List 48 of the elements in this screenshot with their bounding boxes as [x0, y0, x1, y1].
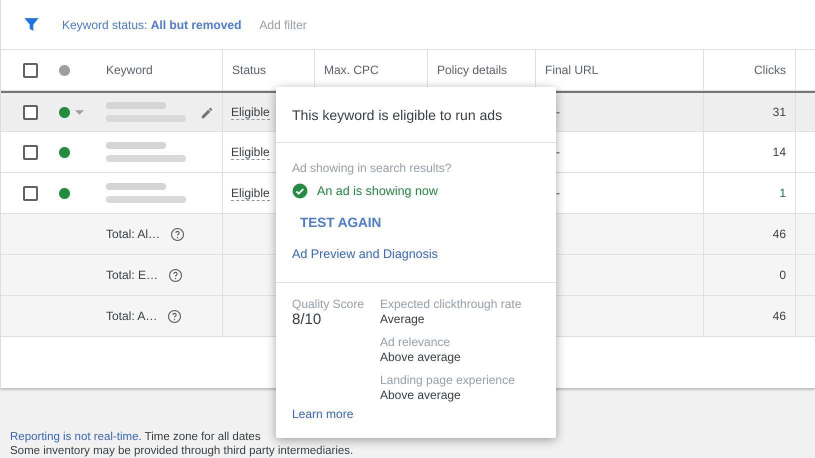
url-text: -	[556, 104, 560, 121]
factor-value: Average	[380, 312, 426, 327]
column-header[interactable]: Keyword	[106, 61, 153, 79]
factor-value: Above average	[380, 350, 462, 365]
clicks-value: 31	[772, 104, 786, 121]
check-circle-icon	[292, 183, 308, 200]
status-text[interactable]: Eligible	[231, 186, 270, 200]
status-text[interactable]: Eligible	[231, 104, 270, 120]
row-checkbox[interactable]	[23, 144, 38, 160]
select-all-checkbox[interactable]	[23, 62, 38, 78]
clicks-value: 14	[772, 144, 786, 161]
clicks-value: 46	[772, 226, 786, 243]
total-label: Total: E…	[106, 267, 158, 284]
factor-label: Ad relevance	[380, 334, 452, 350]
url-text: -	[556, 185, 560, 202]
url-text: -	[556, 144, 560, 161]
row-checkbox[interactable]	[23, 104, 38, 120]
factor-label: Expected clickthrough rate	[380, 296, 522, 312]
column-header[interactable]: Policy details	[437, 61, 508, 79]
column-header[interactable]: Max. CPC	[324, 61, 379, 79]
column-header[interactable]: Status	[232, 61, 266, 79]
factor-label: Landing page experience	[380, 372, 516, 388]
row-checkbox[interactable]	[23, 186, 38, 200]
learn-more-link[interactable]: Learn more	[292, 406, 354, 422]
column-header[interactable]: Final URL	[545, 61, 598, 79]
total-label: Total: A…	[106, 308, 158, 325]
filter-chip[interactable]: Keyword status: All but removed	[62, 16, 242, 34]
quality-score-label: Quality Score	[292, 296, 366, 312]
footer-link[interactable]: Reporting is not real-time.	[10, 431, 142, 443]
status-dot	[59, 64, 70, 76]
clicks-value: 1	[779, 185, 786, 202]
help-icon[interactable]	[170, 226, 186, 242]
clicks-value: 0	[779, 267, 786, 284]
popover-title: This keyword is eligible to run ads	[276, 87, 556, 143]
quality-score-value: 8/10	[292, 312, 322, 327]
filter-icon[interactable]	[23, 16, 40, 33]
result-text: An ad is showing now	[317, 183, 438, 200]
clicks-value: 46	[772, 308, 786, 325]
total-label: Total: Al…	[106, 226, 160, 243]
footer-note: Some inventory may be provided through third party intermediaries.	[10, 444, 354, 458]
column-header[interactable]: Clicks	[754, 61, 786, 79]
help-icon[interactable]	[167, 308, 182, 324]
status-text[interactable]: Eligible	[231, 144, 270, 160]
question-text: Ad showing in search results?	[292, 161, 452, 176]
diagnosis-link[interactable]: Ad Preview and Diagnosis	[292, 245, 438, 264]
help-icon[interactable]	[168, 268, 184, 282]
test-again-button[interactable]: TEST AGAIN	[300, 212, 382, 233]
factor-value: Above average	[380, 388, 462, 403]
